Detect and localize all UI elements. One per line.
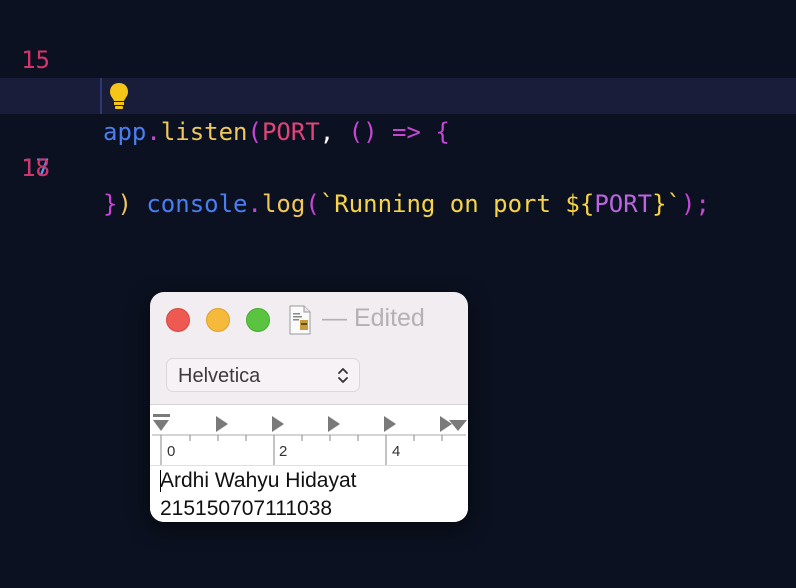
left-indent-marker bbox=[153, 420, 169, 431]
font-family-select[interactable]: Helvetica bbox=[166, 358, 360, 392]
document-text-area[interactable]: Ardhi Wahyu Hidayat 215150707111038 bbox=[150, 466, 468, 522]
font-family-value: Helvetica bbox=[178, 365, 261, 387]
code-token: `Running on port bbox=[319, 190, 566, 218]
code-line[interactable]: 15 const PORT = process.env.PORT || 8000… bbox=[0, 6, 796, 110]
ruler-label: 0 bbox=[167, 443, 176, 460]
code-token: } bbox=[652, 190, 667, 218]
code-token: PORT bbox=[594, 190, 653, 218]
line-number: 18 bbox=[21, 154, 50, 182]
code-token: ); bbox=[681, 190, 710, 218]
code-line[interactable]: 16 app.listen(PORT, () => { bbox=[0, 42, 796, 146]
title-status: Edited bbox=[353, 304, 425, 332]
document-line[interactable]: Ardhi Wahyu Hidayat bbox=[160, 467, 356, 495]
tab-stop-marker bbox=[384, 416, 396, 432]
tab-stop-marker bbox=[272, 416, 284, 432]
code-text[interactable]: console.log(`Running on port ${PORT}`); bbox=[103, 186, 710, 222]
chevron-updown-icon bbox=[338, 368, 348, 383]
right-indent-marker bbox=[449, 420, 467, 431]
window-title: — Edited bbox=[322, 304, 425, 333]
close-button[interactable] bbox=[166, 308, 190, 332]
code-line-active[interactable]: 17 console.log(`Running on port ${PORT}`… bbox=[0, 78, 796, 218]
document-line[interactable]: 215150707111038 bbox=[160, 495, 332, 522]
tab-stop-marker bbox=[216, 416, 228, 432]
document-icon[interactable] bbox=[286, 304, 314, 336]
code-token: ) bbox=[117, 190, 132, 218]
textedit-window[interactable]: — Edited Helvetica 0 2 4 Ardhi Wahyu Hid… bbox=[150, 292, 468, 522]
code-token: . bbox=[247, 190, 262, 218]
ruler[interactable]: 0 2 4 bbox=[150, 404, 468, 466]
tab-stop-marker bbox=[328, 416, 340, 432]
title-separator: — bbox=[322, 304, 347, 332]
code-token: ( bbox=[305, 190, 320, 218]
code-token: log bbox=[261, 190, 306, 218]
code-token: ${ bbox=[565, 190, 595, 218]
code-text[interactable]: }) bbox=[103, 186, 132, 222]
minimize-button[interactable] bbox=[206, 308, 230, 332]
ruler-label: 2 bbox=[279, 443, 288, 460]
first-line-indent-marker bbox=[153, 414, 170, 417]
code-token: } bbox=[103, 190, 118, 218]
ruler-label: 4 bbox=[392, 443, 401, 460]
active-line-indicator bbox=[100, 78, 102, 114]
code-line[interactable]: 18 }) bbox=[0, 114, 796, 218]
tab-stop-marker bbox=[440, 416, 452, 432]
lightbulb-icon[interactable] bbox=[108, 82, 130, 110]
title-bar[interactable]: — Edited bbox=[150, 292, 468, 346]
maximize-button[interactable] bbox=[246, 308, 270, 332]
ruler-graphic bbox=[152, 414, 467, 465]
code-token: ` bbox=[666, 190, 682, 218]
